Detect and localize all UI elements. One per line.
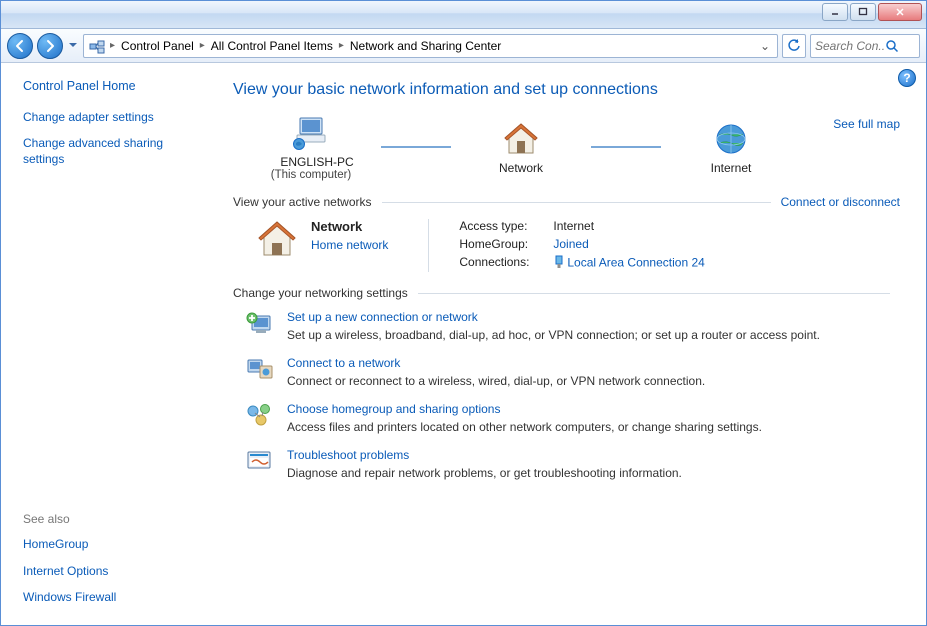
node-internet[interactable]: Internet [671, 119, 791, 175]
setup-connection-desc: Set up a wireless, broadband, dial-up, a… [287, 328, 820, 342]
house-icon [501, 119, 541, 159]
homegroup-label: HomeGroup: [459, 237, 547, 251]
breadcrumb-item[interactable]: Network and Sharing Center [346, 39, 505, 53]
globe-icon [711, 119, 751, 159]
setup-connection-link[interactable]: Set up a new connection or network [287, 310, 820, 324]
map-connector [591, 146, 661, 148]
sidebar: Control Panel Home Change adapter settin… [1, 63, 211, 625]
access-type-value: Internet [553, 219, 594, 233]
search-input[interactable] [815, 39, 885, 53]
map-connector [381, 146, 451, 148]
minimize-button[interactable] [822, 3, 848, 21]
breadcrumb-dropdown[interactable]: ⌄ [755, 39, 775, 53]
network-type-link[interactable]: Home network [311, 238, 388, 252]
node-pc-label: ENGLISH-PC [268, 155, 353, 169]
main-panel: View your basic network information and … [211, 63, 926, 625]
node-internet-label: Internet [711, 161, 752, 175]
node-network-label: Network [499, 161, 543, 175]
control-panel-home-link[interactable]: Control Panel Home [23, 79, 199, 93]
troubleshoot-link[interactable]: Troubleshoot problems [287, 448, 682, 462]
computer-icon [291, 113, 331, 153]
breadcrumb-bar[interactable]: ▸ Control Panel ▸ All Control Panel Item… [83, 34, 778, 58]
help-icon[interactable]: ? [898, 69, 916, 87]
connect-network-desc: Connect or reconnect to a wireless, wire… [287, 374, 705, 388]
homegroup-sharing-icon [245, 402, 275, 430]
history-dropdown[interactable] [67, 37, 79, 55]
advanced-sharing-link[interactable]: Change advanced sharing settings [23, 135, 199, 167]
node-network[interactable]: Network [461, 119, 581, 175]
refresh-button[interactable] [782, 34, 806, 58]
navbar: ▸ Control Panel ▸ All Control Panel Item… [1, 29, 926, 63]
homegroup-value-link[interactable]: Joined [553, 237, 588, 251]
homegroup-sharing-desc: Access files and printers located on oth… [287, 420, 762, 434]
close-button[interactable] [878, 3, 922, 21]
node-pc[interactable]: ENGLISH-PC (This computer) [251, 113, 371, 181]
access-type-label: Access type: [459, 219, 547, 233]
chevron-right-icon[interactable]: ▸ [337, 40, 346, 51]
homegroup-sharing-link[interactable]: Choose homegroup and sharing options [287, 402, 762, 416]
connections-label: Connections: [459, 255, 547, 272]
node-pc-sublabel: (This computer) [271, 169, 352, 181]
homegroup-link[interactable]: HomeGroup [23, 536, 199, 552]
search-icon [885, 39, 899, 53]
breadcrumb-icon [88, 37, 106, 55]
page-title: View your basic network information and … [233, 81, 900, 99]
search-box[interactable] [810, 34, 920, 58]
network-map: ENGLISH-PC (This computer) Network Inter… [233, 113, 791, 181]
chevron-right-icon[interactable]: ▸ [198, 40, 207, 51]
connect-disconnect-link[interactable]: Connect or disconnect [781, 195, 900, 209]
titlebar [1, 1, 926, 29]
see-also-title: See also [23, 512, 199, 526]
adapter-settings-link[interactable]: Change adapter settings [23, 109, 199, 125]
divider [382, 202, 771, 203]
troubleshoot-icon [245, 448, 275, 476]
setup-connection-icon [245, 310, 275, 338]
internet-options-link[interactable]: Internet Options [23, 563, 199, 579]
ethernet-icon [553, 255, 565, 272]
see-full-map-link[interactable]: See full map [833, 117, 900, 131]
divider [418, 293, 890, 294]
chevron-right-icon[interactable]: ▸ [108, 40, 117, 51]
network-type-icon [255, 219, 299, 259]
breadcrumb-item[interactable]: All Control Panel Items [207, 39, 337, 53]
maximize-button[interactable] [850, 3, 876, 21]
breadcrumb-item[interactable]: Control Panel [117, 39, 198, 53]
active-networks-title: View your active networks [233, 195, 372, 209]
connect-network-link[interactable]: Connect to a network [287, 356, 705, 370]
troubleshoot-desc: Diagnose and repair network problems, or… [287, 466, 682, 480]
back-button[interactable] [7, 33, 33, 59]
active-network-name: Network [311, 219, 388, 234]
windows-firewall-link[interactable]: Windows Firewall [23, 589, 199, 605]
change-settings-title: Change your networking settings [233, 286, 408, 300]
connection-link[interactable]: Local Area Connection 24 [567, 256, 704, 270]
forward-button[interactable] [37, 33, 63, 59]
connect-network-icon [245, 356, 275, 384]
